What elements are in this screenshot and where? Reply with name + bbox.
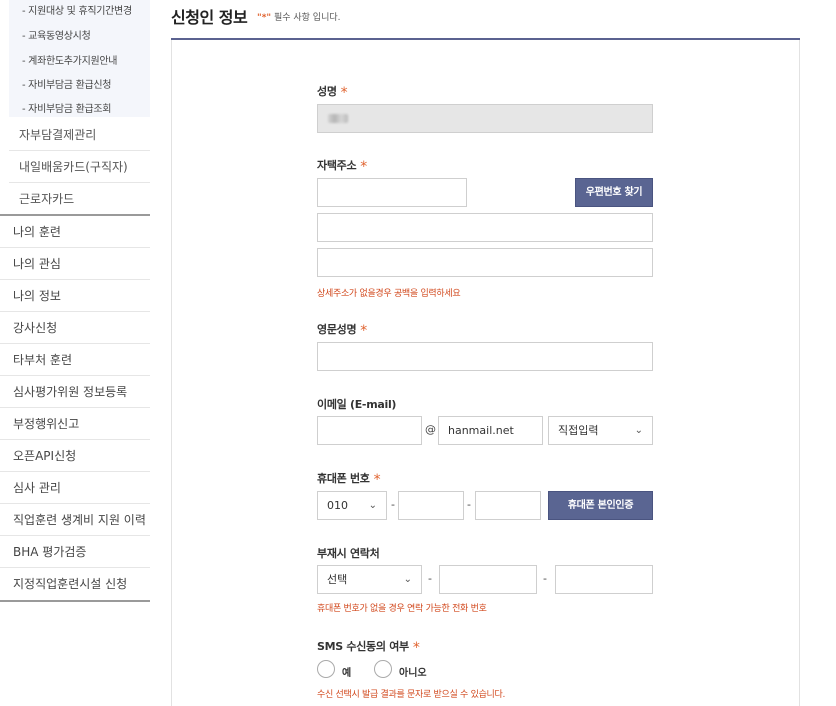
mobile-dash-1: - [391,498,395,511]
email-label: 이메일 (E-mail) [317,398,397,411]
email-domain-field[interactable]: hanmail.net [438,416,543,445]
alt-phone-dash-2: - [543,572,547,585]
sidebar-item-jobseeker-card[interactable]: 내일배움카드(구직자) [9,151,150,183]
email-at-sign: @ [425,423,436,436]
required-star-icon: * [340,85,348,101]
sms-yes-label[interactable]: 예 [342,664,351,679]
sms-no-label[interactable]: 아니오 [399,664,427,679]
sidebar-item-living-cost-history[interactable]: 직업훈련 생계비 지원 이력 [0,504,150,536]
sidebar-bottom-divider [0,600,150,602]
sidebar-item-worker-card[interactable]: 근로자카드 [9,183,150,215]
sidebar: - 지원대상 및 휴직기간변경 - 교육동영상시청 - 계좌한도추가지원안내 -… [0,0,150,706]
sidebar-item-my-info[interactable]: 나의 정보 [0,280,150,312]
sms-no-radio[interactable] [374,660,392,678]
sidebar-item-instructor[interactable]: 강사신청 [0,312,150,344]
mobile-verify-button[interactable]: 휴대폰 본인인증 [548,491,653,520]
zipcode-search-button[interactable]: 우편번호 찾기 [575,178,653,207]
sidebar-subitem-refund-check[interactable]: - 자비부담금 환급조회 [22,100,111,115]
chevron-down-icon: ⌄ [368,500,377,511]
required-star-icon: * [373,472,381,488]
mobile-label: 휴대폰 번호 * [317,472,381,488]
required-star-icon: * [360,323,367,339]
chevron-down-icon: ⌄ [403,574,412,585]
mobile-middle-field[interactable] [398,491,464,520]
address-help-text: 상세주소가 없을경우 공백을 입력하세요 [317,289,461,299]
mobile-last-field[interactable] [475,491,541,520]
name-label: 성명 * [317,85,348,101]
required-text: 필수 사항 입니다. [273,13,341,23]
english-name-label: 영문성명 * [317,323,367,339]
required-star-icon: * [360,159,367,175]
sidebar-item-other-ministry[interactable]: 타부처 훈련 [0,344,150,376]
email-id-field[interactable] [317,416,422,445]
page-title: 신청인 정보 [171,8,248,27]
sidebar-item-open-api[interactable]: 오픈API신청 [0,440,150,472]
alt-phone-dash-1: - [428,572,432,585]
sidebar-item-facility-apply[interactable]: 지정직업훈련시설 신청 [0,568,150,600]
zipcode-field[interactable] [317,178,467,207]
english-name-field[interactable] [317,342,653,371]
address-field[interactable] [317,213,653,242]
sidebar-subitem-account-limit[interactable]: - 계좌한도추가지원안내 [22,52,117,67]
sms-help-text: 수신 선택시 발급 결과를 문자로 받으실 수 있습니다. [317,690,506,700]
email-domain-select[interactable]: 직접입력 ⌄ [548,416,653,445]
sidebar-subitem-refund-apply[interactable]: - 자비부담금 환급신청 [22,76,111,91]
address-detail-field[interactable] [317,248,653,277]
alt-phone-middle-field[interactable] [439,565,537,594]
sidebar-item-self-payment[interactable]: 자부담결제관리 [9,119,150,151]
mobile-prefix-select[interactable]: 010 ⌄ [317,491,387,520]
sms-label: SMS 수신동의 여부 * [317,640,420,656]
blurred-name [328,114,348,123]
alt-phone-prefix-select[interactable]: 선택 ⌄ [317,565,422,594]
required-mark: "*" [257,13,272,23]
name-field [317,104,653,133]
sidebar-subitem-edu-video[interactable]: - 교육동영상시청 [22,27,91,42]
sidebar-item-bha-evaluation[interactable]: BHA 평가검증 [0,536,150,568]
address-label: 자택주소 * [317,159,367,175]
chevron-down-icon: ⌄ [634,425,643,436]
sidebar-item-fraud-report[interactable]: 부정행위신고 [0,408,150,440]
required-note: "*" 필수 사항 입니다. [257,10,341,23]
alt-phone-help-text: 휴대폰 번호가 없을 경우 연락 가능한 전화 번호 [317,604,487,614]
mobile-dash-2: - [467,498,471,511]
required-star-icon: * [412,640,420,656]
sidebar-item-my-training[interactable]: 나의 훈련 [0,216,150,248]
sidebar-subitem-support-target[interactable]: - 지원대상 및 휴직기간변경 [22,2,132,17]
alt-phone-label: 부재시 연락처 [317,547,380,560]
alt-phone-last-field[interactable] [555,565,653,594]
sms-yes-radio[interactable] [317,660,335,678]
sidebar-item-review-manage[interactable]: 심사 관리 [0,472,150,504]
sidebar-item-my-interest[interactable]: 나의 관심 [0,248,150,280]
sidebar-item-reviewer-register[interactable]: 심사평가위원 정보등록 [0,376,150,408]
